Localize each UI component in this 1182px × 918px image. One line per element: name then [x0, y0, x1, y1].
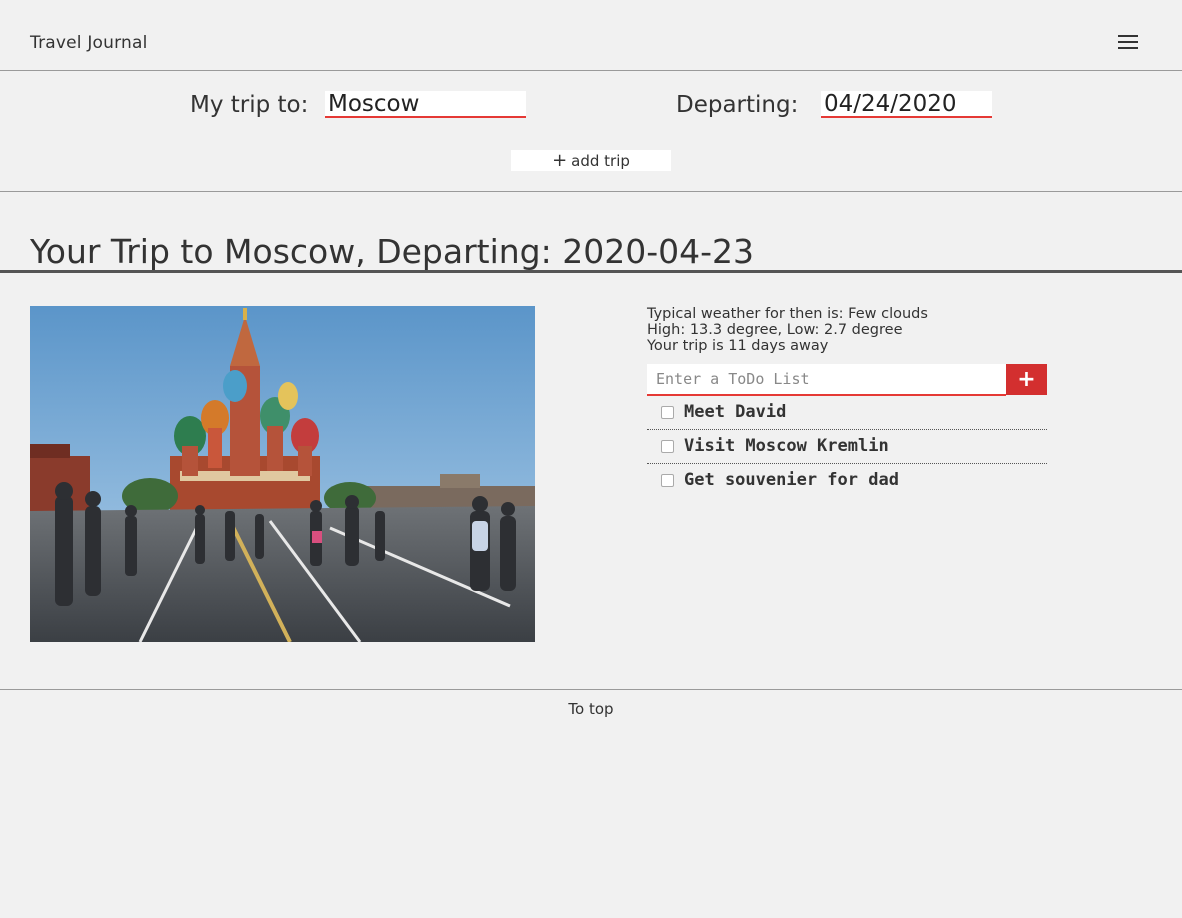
title-divider — [0, 270, 1182, 273]
plus-icon: + — [552, 150, 568, 171]
to-top-link[interactable]: To top — [0, 700, 1182, 718]
todo-item: Meet David — [647, 396, 1047, 430]
add-trip-label: add trip — [571, 152, 630, 170]
destination-photo — [30, 306, 535, 642]
trip-title: Your Trip to Moscow, Departing: 2020-04-… — [30, 232, 755, 271]
todo-checkbox[interactable] — [661, 440, 674, 453]
page-footer: To top — [0, 689, 1182, 730]
departing-label: Departing: — [676, 92, 799, 118]
temperature-text: High: 13.3 degree, Low: 2.7 degree — [647, 322, 903, 338]
hamburger-menu-icon[interactable] — [1116, 33, 1140, 51]
todo-list: Meet David Visit Moscow Kremlin Get souv… — [647, 396, 1047, 497]
weather-text: Typical weather for then is: Few clouds — [647, 306, 928, 322]
todo-checkbox[interactable] — [661, 406, 674, 419]
todo-checkbox[interactable] — [661, 474, 674, 487]
add-trip-button[interactable]: + add trip — [511, 150, 671, 171]
todo-item: Visit Moscow Kremlin — [647, 430, 1047, 464]
days-away-text: Your trip is 11 days away — [647, 338, 829, 354]
brand-title[interactable]: Travel Journal — [30, 33, 148, 53]
plus-icon: + — [1017, 367, 1036, 392]
app-header: Travel Journal — [0, 0, 1182, 71]
destination-label: My trip to: — [190, 92, 309, 118]
destination-input[interactable]: Moscow — [325, 91, 526, 118]
departing-date-input[interactable]: 04/24/2020 — [821, 91, 992, 118]
todo-item-label: Visit Moscow Kremlin — [684, 436, 889, 456]
trip-form: My trip to: Moscow Departing: 04/24/2020… — [0, 71, 1182, 192]
todo-input[interactable]: Enter a ToDo List — [647, 364, 1006, 396]
todo-item-label: Meet David — [684, 402, 787, 422]
todo-item-label: Get souvenier for dad — [684, 470, 899, 490]
todo-item: Get souvenier for dad — [647, 464, 1047, 497]
trip-info: Typical weather for then is: Few clouds … — [647, 306, 928, 354]
add-todo-button[interactable]: + — [1006, 364, 1047, 395]
